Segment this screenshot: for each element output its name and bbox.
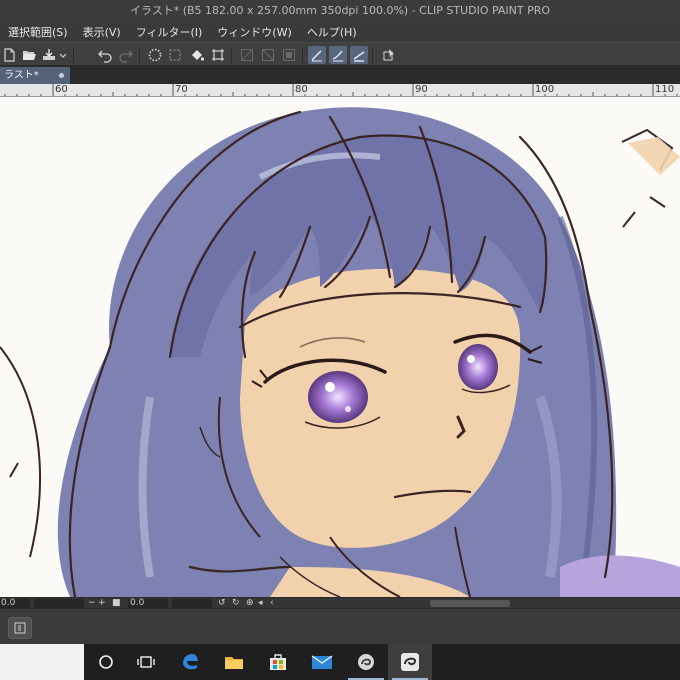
task-view-icon	[137, 656, 155, 668]
toolbar-divider	[302, 47, 303, 63]
document-tab-label: ラスト*	[4, 70, 39, 81]
ruler-label: 110	[655, 84, 675, 95]
zoom-slider[interactable]	[34, 599, 84, 608]
zoom-in-icon[interactable]: +	[98, 598, 106, 608]
ruler-label: 80	[295, 84, 308, 95]
ruler-snap-2-icon	[262, 49, 274, 61]
help-cursor-icon	[383, 49, 394, 61]
ruler-snap-3-icon	[283, 49, 295, 61]
flip-icon[interactable]: ◂	[258, 598, 263, 608]
store-bag-icon	[270, 654, 286, 670]
ruler-label: 100	[535, 84, 555, 95]
cortana-circle-icon	[99, 655, 113, 669]
mail-app[interactable]	[300, 644, 344, 680]
toolbar-divider	[139, 47, 140, 63]
menu-view[interactable]: 表示(V)	[83, 24, 121, 40]
drawing-canvas[interactable]	[0, 97, 680, 597]
store-app[interactable]	[256, 644, 300, 680]
pen-stabilize-3-icon	[353, 51, 365, 62]
save-icon	[43, 49, 55, 60]
mail-icon	[311, 655, 333, 669]
clip-studio-window: イラスト* (B5 182.00 x 257.00mm 350dpi 100.0…	[0, 0, 680, 680]
zoom-out-icon[interactable]: −	[88, 598, 96, 608]
ruler-label: 70	[175, 84, 188, 95]
stabilize-button-2[interactable]	[329, 46, 347, 64]
snap-ruler-button[interactable]	[238, 46, 256, 64]
taskbar-search-box[interactable]	[0, 644, 84, 680]
windows-taskbar	[0, 644, 680, 680]
menu-bar: 選択範囲(S) 表示(V) フィルター(I) ウィンドウ(W) ヘルプ(H)	[0, 22, 680, 42]
redo-button[interactable]	[117, 46, 135, 64]
horizontal-ruler: 60 70 80 90 100 110	[0, 84, 680, 97]
snap-grid-button[interactable]	[280, 46, 298, 64]
rotate-left-icon[interactable]: ↺	[218, 598, 226, 608]
help-button[interactable]	[380, 46, 398, 64]
stabilize-button-1[interactable]	[308, 46, 326, 64]
loading-spinner-icon	[148, 48, 162, 62]
tab-close-icon[interactable]	[59, 73, 64, 78]
snap-special-ruler-button[interactable]	[259, 46, 277, 64]
pen-stabilize-icon	[311, 50, 322, 62]
clear-button[interactable]	[146, 46, 164, 64]
open-folder-icon	[23, 51, 36, 60]
horizontal-scrollbar[interactable]	[430, 600, 510, 607]
new-page-button[interactable]	[0, 46, 18, 64]
ruler-ticks	[4, 84, 678, 96]
folder-icon	[225, 657, 243, 669]
document-tab[interactable]: ラスト*	[0, 67, 70, 84]
transform-icon	[212, 49, 224, 61]
pen-stabilize-2-icon	[332, 50, 343, 62]
selection-button[interactable]	[166, 46, 184, 64]
undo-icon	[98, 50, 112, 63]
panel-menu-button[interactable]	[8, 617, 32, 639]
save-button[interactable]	[40, 46, 58, 64]
selection-dotted-icon	[169, 49, 181, 61]
canvas-status-bar: 0.0 − + ■ 0.0 ↺ ↻ ⊕ ◂ ‹	[0, 597, 680, 608]
save-dropdown[interactable]	[57, 46, 69, 64]
clip-studio-launcher-icon	[358, 654, 374, 670]
stabilize-button-3[interactable]	[350, 46, 368, 64]
rotate-right-icon[interactable]: ↻	[232, 598, 240, 608]
scroll-left-icon[interactable]: ‹	[270, 598, 274, 608]
zoom-value: 0.0	[1, 598, 16, 608]
ruler-snap-icon	[241, 49, 253, 61]
task-view-button[interactable]	[124, 644, 168, 680]
illustration-artwork	[0, 107, 680, 597]
edge-app[interactable]	[168, 644, 212, 680]
explorer-app[interactable]	[212, 644, 256, 680]
fit-icon[interactable]: ■	[112, 598, 121, 608]
menu-window[interactable]: ウィンドウ(W)	[217, 24, 291, 40]
new-page-icon	[4, 48, 15, 62]
cortana-button[interactable]	[84, 644, 128, 680]
toolbar-divider	[73, 47, 74, 63]
clip-studio-launcher-app[interactable]	[344, 644, 388, 680]
reset-rotation-icon[interactable]: ⊕	[246, 598, 254, 608]
document-tab-strip: ラスト*	[0, 66, 680, 84]
layer-panel-bar	[0, 608, 680, 644]
panel-list-icon	[14, 622, 26, 634]
menu-help[interactable]: ヘルプ(H)	[307, 24, 357, 40]
toolbar-divider	[231, 47, 232, 63]
ruler-label: 60	[55, 84, 68, 95]
open-button[interactable]	[20, 46, 38, 64]
ruler-label: 90	[415, 84, 428, 95]
undo-button[interactable]	[96, 46, 114, 64]
edge-browser-icon	[183, 654, 198, 670]
command-bar	[0, 42, 680, 66]
clip-studio-paint-app[interactable]	[388, 644, 432, 680]
rotation-slider[interactable]	[172, 599, 212, 608]
transform-button[interactable]	[209, 46, 227, 64]
redo-icon	[119, 50, 133, 63]
window-title: イラスト* (B5 182.00 x 257.00mm 350dpi 100.0…	[129, 4, 551, 17]
menu-filter[interactable]: フィルター(I)	[136, 24, 203, 40]
clip-studio-paint-icon	[401, 653, 419, 671]
fill-bucket-icon	[192, 50, 205, 61]
rotation-value: 0.0	[130, 598, 145, 608]
toolbar-divider	[372, 47, 373, 63]
fill-button[interactable]	[188, 46, 206, 64]
dropdown-arrow-icon	[59, 53, 67, 58]
title-bar: イラスト* (B5 182.00 x 257.00mm 350dpi 100.0…	[0, 0, 680, 22]
menu-selection[interactable]: 選択範囲(S)	[8, 24, 68, 40]
